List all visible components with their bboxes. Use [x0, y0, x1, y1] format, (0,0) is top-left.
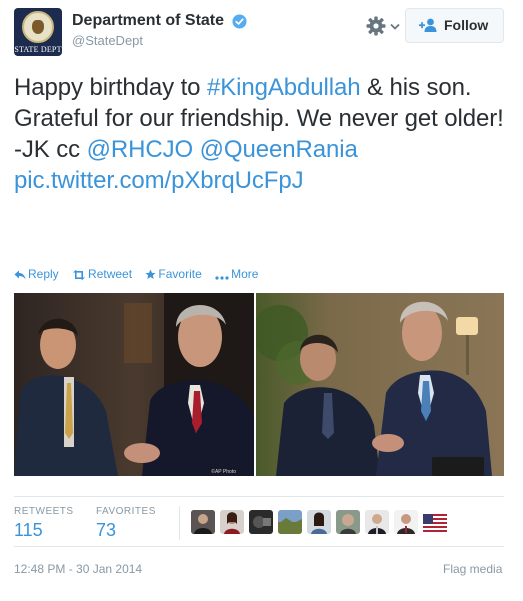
more-button[interactable]: More	[215, 267, 258, 281]
favorite-button[interactable]: Favorite	[145, 266, 202, 281]
favoriter-avatar-image	[336, 510, 360, 534]
mention-link[interactable]: @QueenRania	[200, 136, 358, 163]
favoriter-avatar-image	[307, 510, 331, 534]
favoriter-avatar[interactable]	[336, 510, 360, 534]
media-link[interactable]: pic.twitter.com/pXbrqUcFpJ	[14, 167, 304, 194]
photo-right-image	[256, 293, 504, 476]
favoriter-avatar-image	[365, 510, 389, 534]
favoriter-avatar[interactable]	[220, 510, 244, 534]
photo-credit: ©AP Photo	[211, 468, 236, 475]
tweet-header: STATE DEPT Department of State @StateDep…	[14, 8, 509, 56]
add-person-icon	[419, 18, 437, 32]
stats-divider-top	[14, 496, 504, 497]
verified-check-icon	[232, 13, 248, 29]
chevron-down-icon	[390, 23, 400, 30]
favoriter-avatar[interactable]	[191, 510, 215, 534]
favoriter-avatar[interactable]	[249, 510, 273, 534]
favoriter-avatar[interactable]	[394, 510, 418, 534]
photo-right[interactable]	[256, 293, 504, 476]
tweet-text-space	[193, 136, 200, 163]
retweet-icon	[73, 269, 86, 280]
tweet-text-part: Happy birthday to	[14, 74, 207, 101]
avatar[interactable]: STATE DEPT	[14, 8, 62, 56]
mention-link[interactable]: @RHCJO	[87, 136, 194, 163]
state-seal-icon	[22, 11, 54, 43]
screen-name[interactable]: @StateDept	[72, 33, 247, 48]
favoriter-avatar[interactable]	[423, 510, 447, 534]
favoriter-avatar-image	[278, 510, 302, 534]
favorites-stat[interactable]: FAVORITES 73	[96, 506, 156, 541]
us-flag-icon	[423, 510, 447, 534]
retweets-stat[interactable]: RETWEETS 115	[14, 506, 74, 541]
reply-icon	[14, 270, 26, 280]
photo-left-image: ©AP Photo	[14, 293, 254, 476]
gear-icon	[366, 16, 386, 36]
favoriter-avatar-image	[249, 510, 273, 534]
flag-media-link[interactable]: Flag media	[443, 562, 502, 576]
favorite-label: Favorite	[158, 266, 202, 281]
tweet-timestamp[interactable]: 12:48 PM - 30 Jan 2014	[14, 562, 142, 576]
favoriter-avatar-image	[220, 510, 244, 534]
more-label: More	[231, 266, 259, 281]
favoriter-avatar[interactable]	[365, 510, 389, 534]
user-name-block[interactable]: Department of State @StateDept	[72, 12, 248, 48]
retweet-button[interactable]: Retweet	[72, 267, 132, 281]
tweet-actions: Reply Retweet Favorite More	[14, 266, 268, 281]
favoriter-avatar[interactable]	[278, 510, 302, 534]
favorites-label: FAVORITES	[96, 506, 156, 517]
favoriter-avatar[interactable]	[307, 510, 331, 534]
tweet-media[interactable]: ©AP Photo	[14, 293, 504, 476]
retweet-label: Retweet	[88, 266, 133, 281]
favoriter-avatar-image	[394, 510, 418, 534]
hashtag-link[interactable]: #KingAbdullah	[207, 74, 361, 101]
stats-separator	[179, 506, 180, 540]
follow-label: Follow	[444, 17, 489, 33]
user-actions-dropdown[interactable]	[365, 14, 401, 38]
reply-label: Reply	[28, 266, 59, 281]
star-icon	[145, 269, 156, 279]
avatar-caption: STATE DEPT	[14, 45, 62, 54]
tweet-text: Happy birthday to #KingAbdullah & his so…	[14, 72, 509, 196]
retweets-count: 115	[14, 520, 43, 540]
retweets-label: RETWEETS	[14, 506, 74, 517]
stats-divider-bottom	[14, 546, 504, 547]
follow-button[interactable]: Follow	[405, 8, 504, 43]
photo-left[interactable]: ©AP Photo	[14, 293, 254, 476]
favorites-count: 73	[96, 520, 117, 540]
favoriter-avatar-image	[191, 510, 215, 534]
display-name[interactable]: Department of State	[72, 12, 224, 30]
more-dots-icon	[215, 276, 229, 280]
reply-button[interactable]: Reply	[14, 267, 59, 281]
